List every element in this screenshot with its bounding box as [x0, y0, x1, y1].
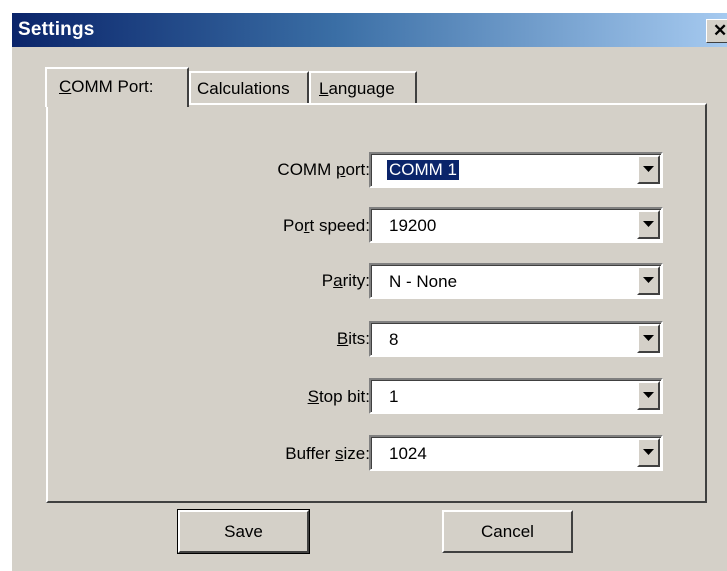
- chevron-down-icon: [643, 392, 654, 398]
- port-speed-label: Port speed:: [283, 216, 370, 235]
- comm-port-value: COMM 1: [386, 159, 460, 181]
- port-speed-value: 19200: [389, 216, 437, 235]
- buffer-size-select[interactable]: 1024: [369, 435, 663, 471]
- tab-comm-port[interactable]: COMM Port:: [45, 67, 189, 107]
- stop-bit-dropdown-button[interactable]: [637, 381, 660, 410]
- title-bar[interactable]: Settings ✕: [12, 13, 727, 47]
- tab-language-label: Language: [319, 79, 395, 98]
- chevron-down-icon: [643, 166, 654, 172]
- buffer-size-value: 1024: [389, 444, 427, 463]
- stop-bit-select[interactable]: 1: [369, 378, 663, 414]
- stop-bit-value: 1: [389, 387, 399, 406]
- tab-comm-port-label: COMM Port:: [59, 77, 154, 96]
- port-speed-select[interactable]: 19200: [369, 207, 663, 243]
- bits-select[interactable]: 8: [369, 321, 663, 357]
- parity-value: N - None: [389, 272, 458, 291]
- chevron-down-icon: [643, 277, 654, 283]
- tab-language[interactable]: Language: [309, 71, 417, 104]
- settings-dialog: Settings ✕ COMM Port: Calculations Langu…: [11, 12, 727, 571]
- buffer-size-label: Buffer size:: [285, 444, 370, 463]
- window-title: Settings: [18, 19, 95, 40]
- bits-dropdown-button[interactable]: [637, 324, 660, 353]
- bits-label: Bits:: [336, 329, 370, 348]
- chevron-down-icon: [643, 335, 654, 341]
- close-icon: ✕: [713, 21, 727, 40]
- save-button[interactable]: Save: [177, 509, 310, 554]
- bits-value: 8: [389, 330, 399, 349]
- tab-calculations[interactable]: Calculations: [189, 71, 309, 104]
- comm-port-label: COMM port:: [277, 160, 370, 179]
- buffer-size-dropdown-button[interactable]: [637, 438, 660, 467]
- comm-port-dropdown-button[interactable]: [637, 155, 660, 184]
- port-speed-dropdown-button[interactable]: [637, 210, 660, 239]
- close-button[interactable]: ✕: [706, 19, 727, 43]
- stop-bit-label: Stop bit:: [307, 387, 370, 406]
- chevron-down-icon: [643, 221, 654, 227]
- tab-calculations-label: Calculations: [197, 79, 290, 98]
- parity-dropdown-button[interactable]: [637, 266, 660, 295]
- parity-select[interactable]: N - None: [369, 263, 663, 299]
- parity-label: Parity:: [321, 271, 370, 290]
- comm-port-select[interactable]: COMM 1: [369, 152, 663, 188]
- comm-port-panel: COMM port: COMM 1 Port speed: 19200 Pari…: [46, 103, 707, 503]
- cancel-button[interactable]: Cancel: [442, 510, 573, 553]
- chevron-down-icon: [643, 449, 654, 455]
